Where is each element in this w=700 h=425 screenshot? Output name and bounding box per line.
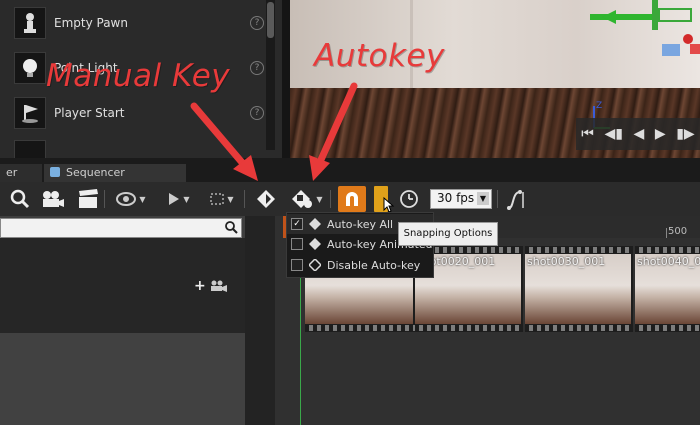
shot-section[interactable]: shot0030_001 <box>525 246 633 332</box>
panel-divider[interactable] <box>282 0 290 158</box>
add-icon[interactable]: + <box>194 278 206 294</box>
mouse-cursor-icon <box>383 197 395 213</box>
selection-icon[interactable]: ▼ <box>206 187 238 211</box>
actor-item-empty-pawn[interactable]: Empty Pawn ? <box>14 6 264 40</box>
annotation-manual-key: Manual Key <box>46 58 231 94</box>
actor-label: Player Start <box>54 106 125 120</box>
autokey-icon[interactable]: ▼ <box>288 187 326 211</box>
disable-autokey-icon <box>309 259 321 271</box>
step-back-icon[interactable]: ◀▮ <box>604 126 622 142</box>
ruler-label: 500 <box>668 226 688 237</box>
play-reverse-icon[interactable]: ◀ <box>634 126 645 142</box>
track-tree[interactable]: + <box>0 238 245 333</box>
menu-item-disable-autokey[interactable]: Disable Auto-key <box>287 255 433 275</box>
help-icon[interactable]: ? <box>250 61 264 75</box>
tab-sequencer[interactable]: Sequencer <box>44 164 186 182</box>
actors-scrollbar[interactable] <box>266 0 275 150</box>
help-icon[interactable]: ? <box>250 106 264 120</box>
camera-add-icon[interactable] <box>210 280 228 292</box>
shot-section[interactable]: shot0040_0 <box>635 246 700 332</box>
framerate-dropdown[interactable]: 30 fps ▼ <box>430 189 492 209</box>
curve-editor-icon[interactable] <box>504 187 530 211</box>
playback-controls: ⏮ ◀▮ ◀ ▶ ▮▶ <box>576 118 700 150</box>
clock-icon[interactable] <box>396 187 422 211</box>
checkbox[interactable]: ✓ <box>291 218 303 230</box>
key-icon[interactable] <box>254 187 278 211</box>
gizmo-rotate-handle[interactable] <box>683 34 693 44</box>
pawn-icon <box>14 7 46 39</box>
jump-to-start-icon[interactable]: ⏮ <box>581 126 594 142</box>
shot-label: shot0030_001 <box>527 255 606 268</box>
actor-label: Empty Pawn <box>54 16 128 30</box>
autokey-animated-icon <box>309 238 321 250</box>
cube-icon <box>14 140 46 158</box>
actor-item-cube[interactable] <box>14 140 264 158</box>
clapper-icon[interactable] <box>76 187 100 211</box>
step-forward-icon[interactable]: ▮▶ <box>676 126 694 142</box>
tab-previous[interactable]: er <box>0 164 42 182</box>
play-icon[interactable]: ▶ <box>655 126 666 142</box>
level-viewport[interactable]: Z ⏮ ◀▮ ◀ ▶ ▮▶ <box>290 0 700 158</box>
sequencer-icon <box>50 167 60 177</box>
gizmo-x-arrow[interactable] <box>590 14 660 20</box>
actor-item-player-start[interactable]: Player Start ? <box>14 96 264 130</box>
autokey-icon <box>309 218 321 230</box>
camera-icon[interactable] <box>40 187 66 211</box>
tab-bar: er Sequencer <box>0 158 700 182</box>
splitter[interactable] <box>245 216 275 425</box>
shot-label: shot0040_0 <box>637 255 700 268</box>
search-icon <box>225 221 238 234</box>
point-light-icon <box>14 52 46 84</box>
play-icon[interactable]: ▼ <box>164 187 194 211</box>
player-start-icon <box>14 97 46 129</box>
snap-magnet-icon[interactable] <box>338 186 366 212</box>
checkbox[interactable] <box>291 259 303 271</box>
eye-icon[interactable]: ▼ <box>114 187 148 211</box>
track-search-input[interactable] <box>0 218 242 238</box>
outliner-empty-area <box>0 333 245 425</box>
svg-text:Z: Z <box>596 101 602 111</box>
chevron-down-icon: ▼ <box>477 192 489 205</box>
checkbox[interactable] <box>291 238 303 250</box>
annotation-autokey: Autokey <box>314 38 445 74</box>
search-icon[interactable] <box>8 187 32 211</box>
help-icon[interactable]: ? <box>250 16 264 30</box>
snapping-options-tooltip: Snapping Options <box>398 222 498 246</box>
